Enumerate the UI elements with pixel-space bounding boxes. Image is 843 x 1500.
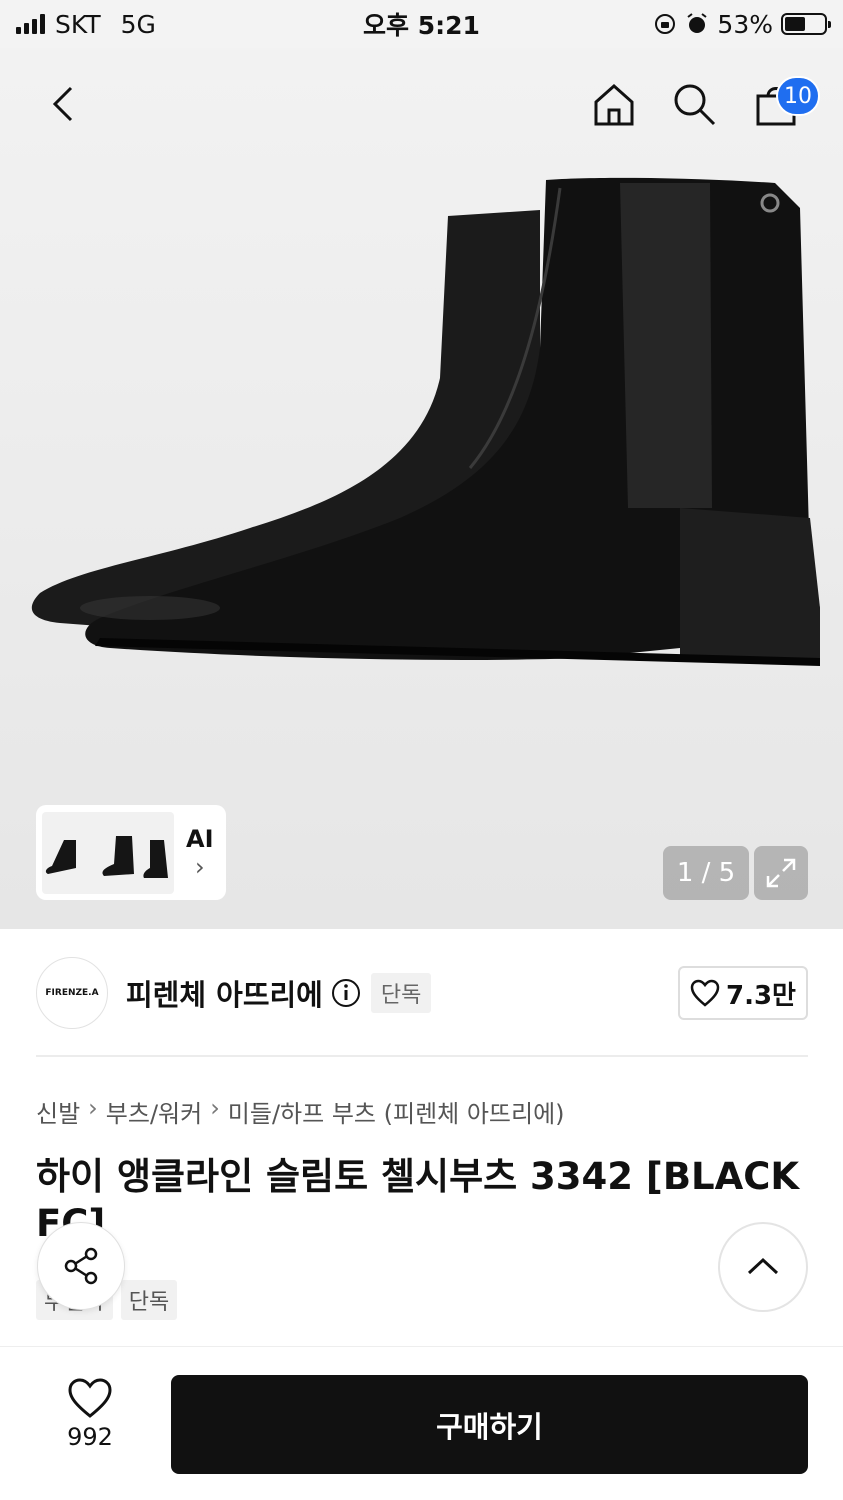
wish-count: 992 — [67, 1423, 113, 1451]
breadcrumb-item[interactable]: 신발 — [36, 1094, 80, 1129]
heart-icon — [68, 1378, 112, 1418]
ai-thumbnail-card[interactable]: AI › — [36, 805, 226, 900]
thumbnail-image — [42, 811, 174, 894]
heart-icon — [690, 979, 720, 1007]
brand-like-count: 7.3만 — [726, 980, 796, 1011]
share-icon — [64, 1247, 98, 1285]
bottom-bar: 992 구매하기 — [0, 1346, 843, 1500]
info-icon[interactable] — [331, 978, 361, 1008]
exclusive-badge: 단독 — [370, 973, 432, 1013]
breadcrumb-item[interactable]: 미들/하프 부츠 (피렌체 아뜨리에) — [228, 1094, 565, 1129]
network-label: 5G — [120, 9, 156, 39]
brand-name[interactable]: 피렌체 아뜨리에 — [126, 972, 323, 1014]
alarm-icon — [687, 13, 708, 33]
chevron-up-icon — [747, 1257, 779, 1275]
carrier-label: SKT — [55, 9, 101, 39]
buy-button[interactable]: 구매하기 — [171, 1375, 808, 1474]
divider — [36, 1055, 808, 1057]
share-button[interactable] — [37, 1222, 125, 1310]
tag: 단독 — [120, 1280, 178, 1320]
breadcrumb-item[interactable]: 부츠/워커 — [106, 1094, 202, 1129]
search-icon — [674, 84, 716, 126]
back-icon — [52, 86, 73, 122]
product-gallery[interactable]: 10 AI › 1 / 5 — [0, 48, 843, 929]
search-button[interactable] — [662, 72, 726, 136]
cart-count-badge: 10 — [776, 76, 820, 116]
product-title: 하이 앵클라인 슬림토 첼시부츠 3342 [BLACK FC] — [36, 1155, 800, 1245]
image-pager: 1 / 5 — [663, 846, 749, 900]
breadcrumb-separator-icon: › — [210, 1094, 220, 1122]
scroll-top-button[interactable] — [718, 1222, 808, 1312]
wish-button[interactable]: 992 — [40, 1377, 140, 1451]
breadcrumb-separator-icon: › — [88, 1094, 98, 1122]
cart-button[interactable]: 10 — [744, 72, 820, 136]
rotation-lock-icon — [655, 14, 676, 34]
brand-like-button[interactable]: 7.3만 — [678, 966, 808, 1020]
status-bar: SKT 5G 오후 5:21 53% — [0, 0, 843, 48]
home-icon — [594, 83, 634, 126]
back-button[interactable] — [32, 72, 96, 136]
chevron-right-icon: › — [194, 852, 205, 881]
expand-icon — [766, 858, 796, 888]
ai-label: AI — [186, 824, 214, 853]
battery-percent: 53% — [717, 9, 773, 39]
battery-icon — [781, 13, 831, 35]
product-image[interactable] — [0, 48, 843, 929]
brand-row: FIRENZE.A 피렌체 아뜨리에 단독 7.3만 — [36, 955, 808, 1031]
breadcrumb: 신발 › 부츠/워커 › 미들/하프 부츠 (피렌체 아뜨리에) — [36, 1094, 565, 1129]
expand-button[interactable] — [754, 846, 808, 900]
signal-icon — [16, 14, 45, 34]
brand-logo[interactable]: FIRENZE.A — [36, 957, 108, 1029]
home-button[interactable] — [582, 72, 646, 136]
